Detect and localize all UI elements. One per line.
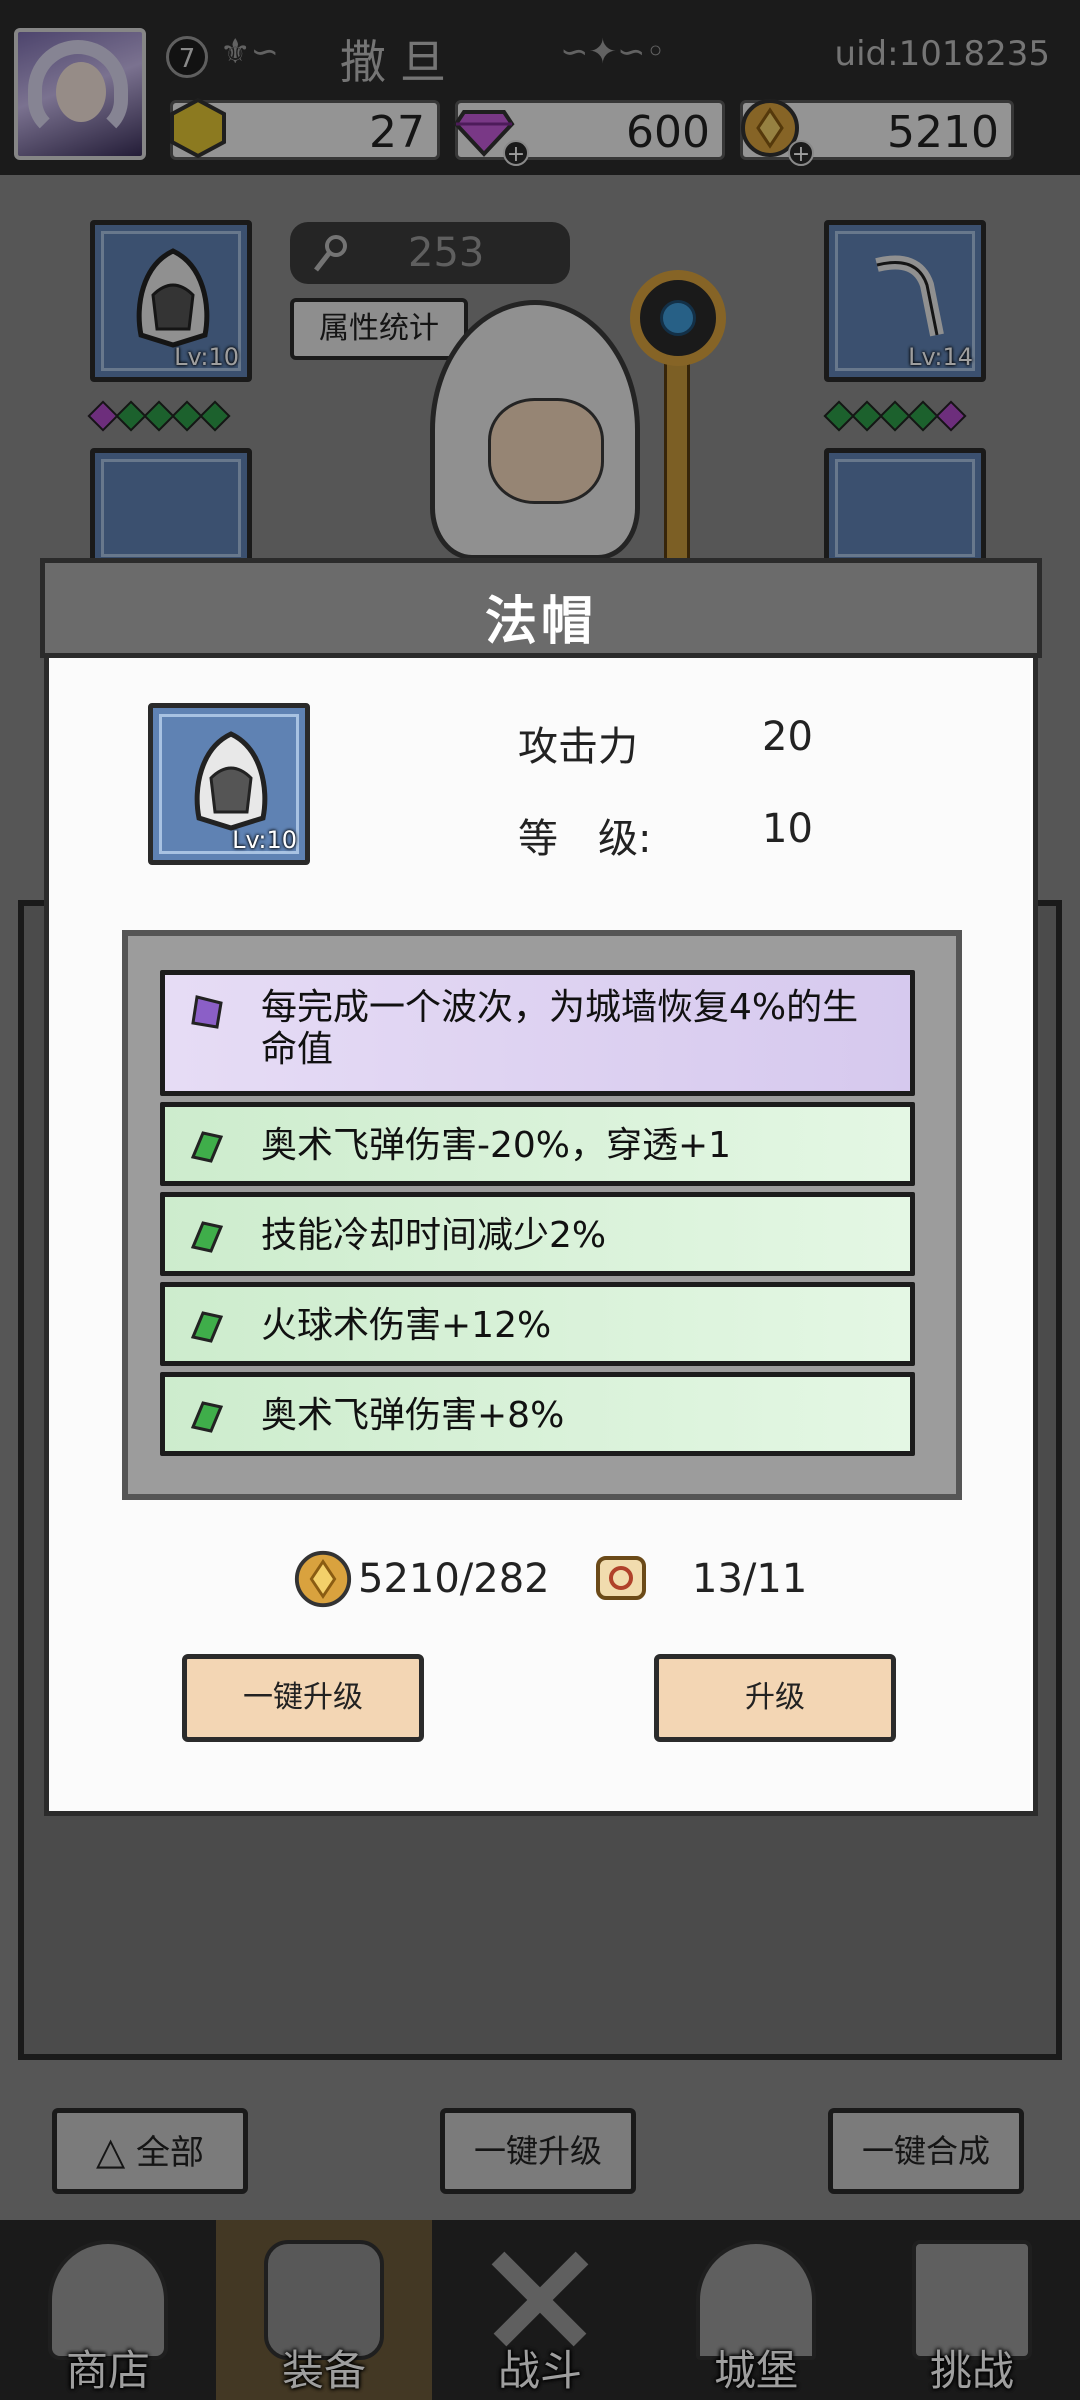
- purple-crystal-icon: [191, 995, 223, 1029]
- scroll-icon: [596, 1556, 646, 1600]
- upgrade-all-button[interactable]: 一键升级: [182, 1654, 424, 1742]
- affix-row: 技能冷却时间减少2%: [160, 1192, 915, 1276]
- affix-text: 奥术飞弹伤害-20%，穿透+1: [261, 1125, 732, 1166]
- affix-text: 奥术飞弹伤害+8%: [261, 1395, 565, 1436]
- stat-attack-value: 20: [762, 714, 813, 760]
- stat-attack-label: 攻击力: [518, 724, 638, 770]
- affix-text: 火球术伤害+12%: [261, 1305, 552, 1346]
- stat-level-value: 10: [762, 806, 813, 852]
- gold-cost: 5210/282: [358, 1556, 550, 1602]
- item-level-badge: Lv:10: [232, 826, 297, 854]
- affix-text: 每完成一个波次，为城墙恢复4%的生命值: [261, 987, 859, 1070]
- gold-coin-icon: [294, 1550, 352, 1608]
- scroll-cost: 13/11: [692, 1556, 808, 1602]
- upgrade-button[interactable]: 升级: [654, 1654, 896, 1742]
- affix-row: 每完成一个波次，为城墙恢复4%的生命值: [160, 970, 915, 1096]
- green-crystal-icon: [190, 1221, 224, 1253]
- affix-row: 奥术飞弹伤害+8%: [160, 1372, 915, 1456]
- stat-level-label: 等 级:: [518, 816, 652, 862]
- modal-header: 法帽: [40, 558, 1042, 658]
- affix-row: 奥术飞弹伤害-20%，穿透+1: [160, 1102, 915, 1186]
- affix-row: 火球术伤害+12%: [160, 1282, 915, 1366]
- modal-title: 法帽: [484, 592, 597, 652]
- green-crystal-icon: [190, 1401, 224, 1433]
- item-preview-slot: Lv:10: [148, 703, 310, 865]
- hood-icon: [194, 731, 268, 831]
- green-crystal-icon: [190, 1131, 224, 1163]
- affix-text: 技能冷却时间减少2%: [261, 1215, 607, 1256]
- green-crystal-icon: [190, 1311, 224, 1343]
